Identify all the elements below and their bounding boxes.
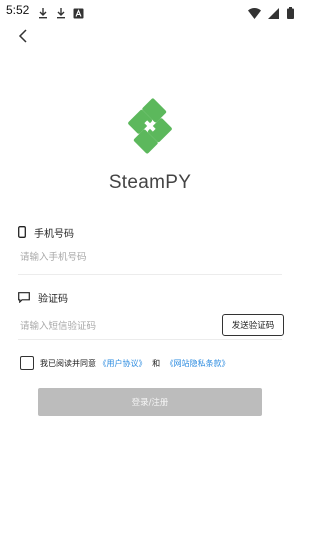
agreement-text: 我已阅读并同意 《用户协议》 和 《网站隐私条款》 [40, 358, 230, 369]
phone-label: 手机号码 [34, 229, 74, 240]
code-divider [18, 339, 282, 340]
agreement-joiner: 和 [152, 359, 161, 368]
back-button[interactable] [12, 26, 34, 48]
message-icon [18, 288, 30, 307]
code-label: 验证码 [38, 294, 68, 305]
agreement-prefix: 我已阅读并同意 [40, 359, 96, 368]
privacy-policy-link[interactable]: 《网站隐私条款》 [166, 359, 230, 368]
download-icon [56, 4, 66, 23]
agree-checkbox[interactable] [20, 356, 34, 370]
battery-icon [287, 4, 294, 23]
status-bar: 5:52 [0, 0, 300, 22]
download-icon [38, 4, 48, 23]
login-register-button[interactable]: 登录/注册 [38, 388, 262, 416]
phone-label-row: 手机号码 [18, 223, 74, 242]
phone-input[interactable] [20, 249, 282, 265]
phone-icon [18, 223, 26, 242]
phone-divider [18, 274, 282, 275]
status-time: 5:52 [6, 3, 30, 17]
code-label-row: 验证码 [18, 288, 68, 307]
chevron-left-icon [18, 28, 28, 47]
user-agreement-link[interactable]: 《用户协议》 [99, 359, 147, 368]
app-name: SteamPY [108, 172, 192, 193]
steampy-logo [122, 98, 178, 154]
status-right-icons [247, 4, 294, 19]
send-code-button[interactable]: 发送验证码 [222, 314, 284, 336]
wifi-icon [247, 4, 261, 23]
signal-icon [267, 4, 279, 23]
code-input[interactable] [20, 318, 216, 334]
font-a-icon [73, 4, 84, 23]
